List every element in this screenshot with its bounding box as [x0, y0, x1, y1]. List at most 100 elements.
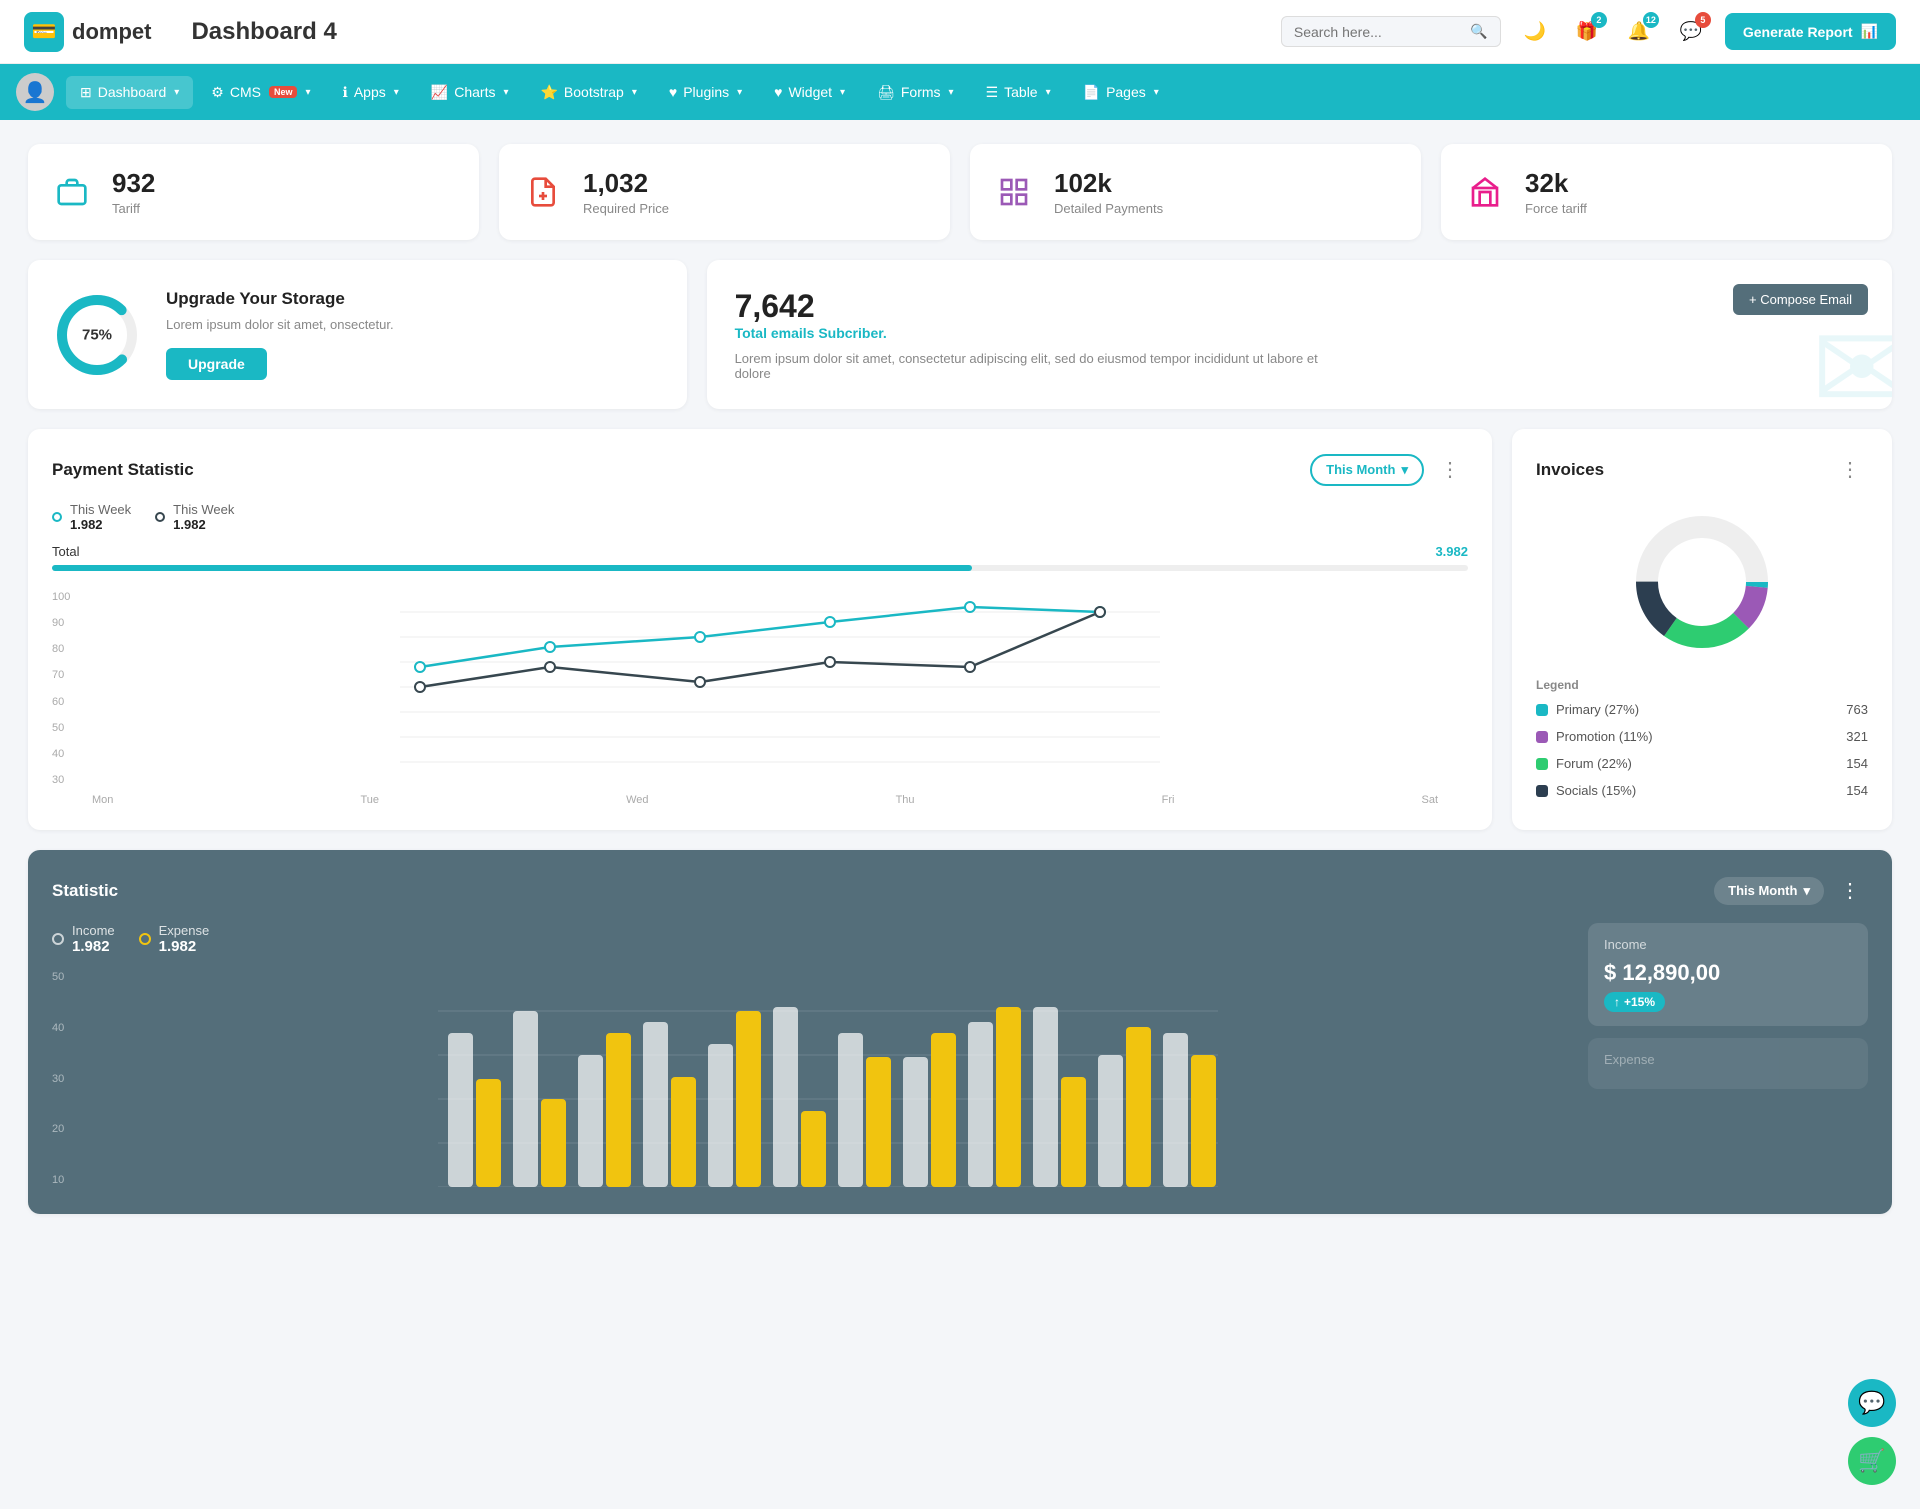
invoices-title: Invoices	[1536, 460, 1604, 480]
chevron-down-icon-widget: ▾	[840, 87, 845, 98]
search-input[interactable]	[1294, 24, 1463, 40]
gift-btn[interactable]: 🎁 2	[1569, 14, 1605, 50]
email-subscriber-count: 7,642	[735, 288, 1864, 325]
stat-card-force-tariff: 32k Force tariff	[1441, 144, 1892, 240]
socials-value: 154	[1846, 783, 1868, 798]
nav-label-bootstrap: Bootstrap	[564, 84, 624, 100]
stat-value-tariff: 932	[112, 168, 155, 199]
nav-item-widget[interactable]: ♥ Widget ▾	[760, 76, 859, 108]
stat-card-tariff: 932 Tariff	[28, 144, 479, 240]
nav-item-table[interactable]: ☰ Table ▾	[972, 76, 1065, 109]
total-label: Total	[52, 544, 79, 559]
legend-2-value: 1.982	[173, 517, 234, 532]
charts-icon: 📈	[431, 84, 448, 101]
stat-label-required-price: Required Price	[583, 201, 669, 216]
upgrade-title: Upgrade Your Storage	[166, 289, 394, 309]
statistic-card: Statistic This Month ▾ ⋮ Income 1.982	[28, 850, 1892, 1214]
line-chart-wrapper: 100 90 80 70 60 50 40 30	[52, 587, 1468, 790]
stat-info-detailed-payments: 102k Detailed Payments	[1054, 168, 1163, 216]
income-change-badge: ↑ +15%	[1604, 992, 1665, 1012]
primary-value: 763	[1846, 702, 1868, 717]
logo[interactable]: 💳 dompet	[24, 12, 151, 52]
dark-mode-toggle[interactable]: 🌙	[1517, 14, 1553, 50]
invoices-card: Invoices ⋮	[1512, 429, 1892, 830]
nav-item-pages[interactable]: 📄 Pages ▾	[1069, 76, 1173, 109]
expense-dot	[139, 933, 151, 945]
page-title: Dashboard 4	[191, 18, 336, 46]
promotion-value: 321	[1846, 729, 1868, 744]
income-legend-item: Income 1.982	[52, 923, 115, 955]
this-month-filter[interactable]: This Month ▾	[1310, 454, 1424, 486]
line-chart-svg	[92, 587, 1468, 787]
statistic-more-options[interactable]: ⋮	[1832, 874, 1868, 907]
stat-card-detailed-payments: 102k Detailed Payments	[970, 144, 1421, 240]
gift-badge: 2	[1591, 12, 1607, 28]
upgrade-button[interactable]: Upgrade	[166, 348, 267, 380]
forum-label: Forum (22%)	[1556, 756, 1632, 771]
upgrade-card: 75% Upgrade Your Storage Lorem ipsum dol…	[28, 260, 687, 409]
header: 💳 dompet Dashboard 4 🔍 🌙 🎁 2 🔔 12 💬 5 Ge…	[0, 0, 1920, 64]
messages-btn[interactable]: 💬 5	[1673, 14, 1709, 50]
income-legend-label: Income	[72, 923, 115, 938]
bar-chart-section: Income 1.982 Expense 1.982 50	[52, 923, 1568, 1190]
chat-float-button[interactable]: 💬	[1848, 1379, 1896, 1427]
moon-icon: 🌙	[1524, 21, 1546, 42]
chevron-down-icon-bootstrap: ▾	[632, 87, 637, 98]
legend-dot-dark	[155, 512, 165, 522]
expense-legend-label: Expense	[159, 923, 210, 938]
income-amount: $ 12,890,00	[1604, 960, 1852, 986]
cms-new-badge: New	[269, 86, 298, 98]
chevron-down-icon-statistic: ▾	[1803, 883, 1810, 899]
nav-item-forms[interactable]: 🖨 Forms ▾	[863, 76, 967, 109]
invoice-legend-row-3: Socials (15%) 154	[1536, 777, 1868, 804]
nav-item-plugins[interactable]: ♥ Plugins ▾	[655, 76, 756, 108]
nav-item-bootstrap[interactable]: ⭐ Bootstrap ▾	[526, 76, 650, 109]
notifications-btn[interactable]: 🔔 12	[1621, 14, 1657, 50]
stat-value-detailed-payments: 102k	[1054, 168, 1163, 199]
promotion-color-swatch	[1536, 731, 1548, 743]
logo-icon: 💳	[24, 12, 64, 52]
nav-item-charts[interactable]: 📈 Charts ▾	[417, 76, 523, 109]
stat-label-tariff: Tariff	[112, 201, 155, 216]
email-card: + Compose Email 7,642 Total emails Subcr…	[707, 260, 1892, 409]
file-icon	[519, 168, 567, 216]
stat-info-tariff: 932 Tariff	[112, 168, 155, 216]
nav-item-cms[interactable]: ⚙ CMS New ▾	[197, 76, 324, 109]
nav-label-dashboard: Dashboard	[98, 84, 167, 100]
invoices-more-options[interactable]: ⋮	[1832, 453, 1868, 486]
nav-item-apps[interactable]: ℹ Apps ▾	[329, 76, 413, 109]
search-box[interactable]: 🔍	[1281, 16, 1501, 47]
stat-label-detailed-payments: Detailed Payments	[1054, 201, 1163, 216]
plugins-icon: ♥	[669, 84, 677, 100]
nav-label-forms: Forms	[901, 84, 941, 100]
chevron-down-icon-filter: ▾	[1401, 462, 1408, 478]
bar-chart-svg	[88, 967, 1568, 1187]
socials-label: Socials (15%)	[1556, 783, 1636, 798]
generate-report-button[interactable]: Generate Report 📊	[1725, 13, 1896, 50]
storage-percent: 75%	[82, 326, 112, 343]
primary-color-swatch	[1536, 704, 1548, 716]
payment-card-header: Payment Statistic This Month ▾ ⋮	[52, 453, 1468, 486]
expense-box-title: Expense	[1604, 1052, 1852, 1067]
invoices-donut-svg	[1622, 502, 1782, 662]
chevron-down-icon: ▾	[174, 87, 179, 98]
bar-chart-container: 50 40 30 20 10	[52, 967, 1568, 1190]
cart-float-button[interactable]: 🛒	[1848, 1437, 1896, 1485]
search-icon: 🔍	[1470, 23, 1487, 40]
chevron-down-icon-apps: ▾	[394, 87, 399, 98]
table-icon: ☰	[986, 84, 999, 101]
payment-more-options[interactable]: ⋮	[1432, 453, 1468, 486]
stat-value-force-tariff: 32k	[1525, 168, 1587, 199]
statistic-month-filter[interactable]: This Month ▾	[1714, 877, 1824, 905]
chevron-down-icon-table: ▾	[1046, 87, 1051, 98]
user-avatar[interactable]: 👤	[16, 73, 54, 111]
nav-label-widget: Widget	[788, 84, 832, 100]
legend-item-2: This Week 1.982	[155, 502, 234, 532]
nav-item-dashboard[interactable]: ⊞ Dashboard ▾	[66, 76, 193, 109]
arrow-up-icon: ↑	[1614, 995, 1620, 1009]
floating-buttons: 💬 🛒	[1848, 1379, 1896, 1485]
legend-header: Legend	[1536, 678, 1868, 692]
stat-value-required-price: 1,032	[583, 168, 669, 199]
stat-label-force-tariff: Force tariff	[1525, 201, 1587, 216]
main-content: 932 Tariff 1,032 Required Price	[0, 120, 1920, 1238]
